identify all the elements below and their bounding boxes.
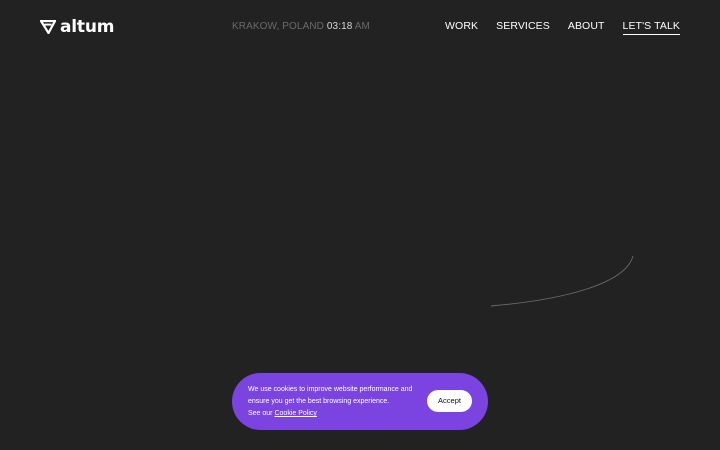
- nav-item-work[interactable]: WORK: [445, 20, 478, 35]
- logo-text: altum: [60, 17, 115, 37]
- accept-cookies-button[interactable]: Accept: [427, 390, 472, 412]
- altum-triangle-logo-icon: [40, 20, 56, 34]
- nav-item-about[interactable]: ABOUT: [568, 20, 605, 35]
- cookie-message-line: ensure you get the best browsing experie…: [248, 398, 390, 405]
- location-clock: KRAKOW, POLAND 03:18 AM: [232, 21, 370, 33]
- cookie-message-line: We use cookies to improve website perfor…: [248, 386, 413, 393]
- cookie-see-our: See our: [248, 410, 273, 417]
- cookie-banner: We use cookies to improve website perfor…: [232, 373, 488, 430]
- cookie-message: We use cookies to improve website perfor…: [248, 384, 418, 420]
- cookie-message-line: See our Cookie Policy: [248, 408, 418, 420]
- logo-link[interactable]: altum: [40, 17, 114, 37]
- cookie-policy-link[interactable]: Cookie Policy: [274, 410, 316, 417]
- clock-time: 03:18: [326, 21, 353, 32]
- clock-period: AM: [354, 21, 370, 32]
- location-label: KRAKOW, POLAND: [232, 21, 324, 32]
- main-nav: WORK SERVICES ABOUT LET'S TALK: [445, 20, 680, 35]
- nav-item-services[interactable]: SERVICES: [496, 20, 550, 35]
- nav-item-lets-talk[interactable]: LET'S TALK: [622, 20, 680, 35]
- page: altum KRAKOW, POLAND 03:18 AM WORK SERVI…: [0, 0, 720, 450]
